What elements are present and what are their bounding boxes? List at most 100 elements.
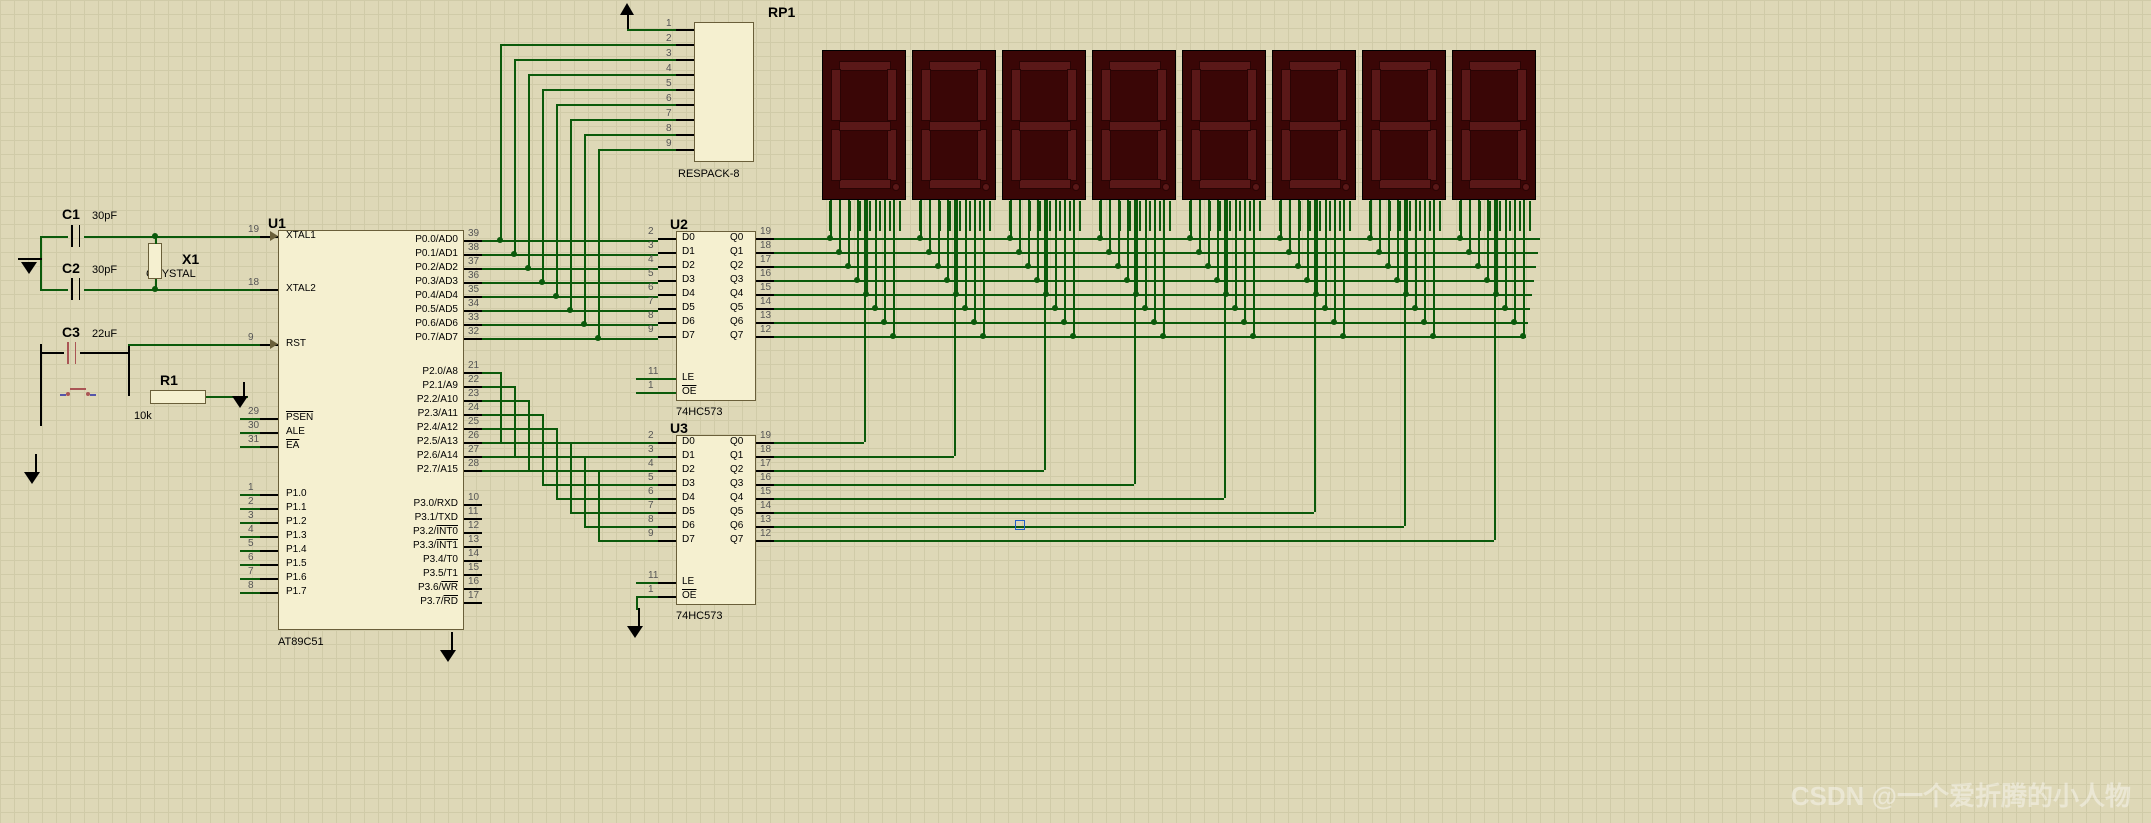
seven-segment-display [1002, 50, 1086, 200]
wire [556, 104, 558, 296]
input-marker [270, 339, 278, 349]
wire [584, 134, 676, 136]
pin-number: 3 [648, 240, 654, 251]
pin-name: Q6 [730, 316, 743, 327]
wire [584, 456, 586, 526]
wire [482, 414, 542, 416]
pin-number: 13 [468, 534, 479, 545]
pin-name: XTAL1 [286, 230, 316, 241]
junction [525, 265, 531, 271]
pin-name: D6 [682, 520, 695, 531]
ground-symbol [448, 632, 456, 662]
pin-number: 6 [648, 282, 654, 293]
wire [128, 344, 271, 346]
wire [584, 526, 658, 528]
wire [128, 344, 130, 396]
wire [1154, 200, 1156, 322]
pin-name: P3.2/INT0 [398, 526, 458, 537]
wire [830, 200, 832, 238]
pin-number: 18 [760, 240, 771, 251]
wire [636, 596, 638, 610]
pin-name: D5 [682, 506, 695, 517]
pin-name: RST [286, 338, 306, 349]
pin-name: D3 [682, 274, 695, 285]
pin-number: 25 [468, 416, 479, 427]
pin-name: P1.1 [286, 502, 307, 513]
wire [627, 15, 629, 29]
pin-stub [658, 512, 676, 514]
pin-name: P3.1/TXD [398, 512, 458, 523]
wire [1118, 200, 1120, 266]
wire [774, 526, 1404, 528]
pin-name: P1.0 [286, 488, 307, 499]
wire [1217, 200, 1219, 280]
pin-name: P0.3/AD3 [398, 276, 458, 287]
pin-stub [658, 484, 676, 486]
pin-name: Q5 [730, 302, 743, 313]
pin-name: P1.6 [286, 572, 307, 583]
pin-stub [676, 74, 694, 76]
pin-number: 14 [468, 548, 479, 559]
pin-name: P2.7/A15 [398, 464, 458, 475]
wire [636, 378, 676, 380]
pin-name: P3.4/T0 [398, 554, 458, 565]
wire [1415, 200, 1417, 308]
wire [80, 352, 128, 354]
wire [1406, 200, 1408, 294]
wire [1314, 200, 1316, 512]
wire [1280, 200, 1282, 238]
c3-symbol [64, 342, 79, 367]
wire [1037, 200, 1039, 280]
seven-segment-display [1272, 50, 1356, 200]
wire [774, 470, 1044, 472]
pin-name: Q3 [730, 478, 743, 489]
pin-stub [676, 119, 694, 121]
pin-stub [464, 602, 482, 604]
pin-stub [658, 266, 676, 268]
wire [1019, 200, 1021, 252]
wire [1494, 200, 1496, 540]
wire [1136, 200, 1138, 294]
wire [500, 44, 676, 46]
wire [40, 236, 42, 289]
wire [32, 258, 42, 260]
wire [1226, 200, 1228, 294]
pin-number: 23 [468, 388, 479, 399]
wire [482, 338, 658, 340]
u2-label: U2 [670, 216, 688, 232]
wire [1505, 200, 1507, 308]
pin-name: P3.0/RXD [398, 498, 458, 509]
pin-name: Q5 [730, 506, 743, 517]
wire [1253, 200, 1255, 336]
pin-stub [240, 536, 260, 538]
c1-symbol [68, 225, 83, 250]
pin-stub [260, 289, 278, 291]
wire [514, 386, 516, 456]
pin-number: 7 [248, 566, 254, 577]
pin-stub [464, 470, 482, 472]
wire [1109, 200, 1111, 252]
wire [1316, 200, 1318, 294]
pin-stub [240, 592, 260, 594]
wire [482, 324, 658, 326]
wire [1343, 200, 1345, 336]
pin-stub [260, 550, 278, 552]
pin-number: 9 [648, 528, 654, 539]
wire [556, 428, 558, 498]
pin-name: P0.1/AD1 [398, 248, 458, 259]
pin-number: 9 [666, 138, 672, 149]
pin-name: OE [682, 590, 696, 601]
wire [1100, 200, 1102, 238]
pin-stub [464, 338, 482, 340]
wire [956, 200, 958, 294]
pin-number: 8 [648, 310, 654, 321]
wire [1224, 200, 1226, 498]
pin-number: 22 [468, 374, 479, 385]
pin-name: P1.2 [286, 516, 307, 527]
pin-number: 4 [666, 63, 672, 74]
pin-name: P0.4/AD4 [398, 290, 458, 301]
pin-name: P3.6/WR [398, 582, 458, 593]
pin-stub [658, 526, 676, 528]
junction [152, 286, 158, 292]
pin-name: ALE [286, 426, 305, 437]
